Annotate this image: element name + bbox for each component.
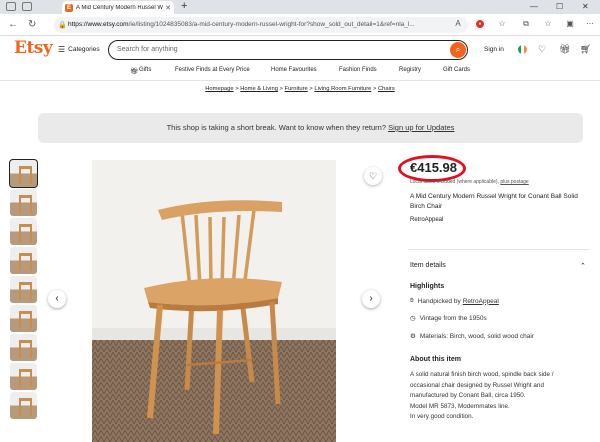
favorites-icon[interactable]: ☆ bbox=[542, 18, 554, 30]
thumbnail-7[interactable] bbox=[10, 334, 37, 361]
category-nav: Gifts Festive Finds at Every Price Home … bbox=[0, 66, 600, 78]
favorite-star-icon[interactable]: ☆ bbox=[496, 18, 508, 30]
description-line: manufactured by Conant Ball, circa 1950. bbox=[410, 392, 526, 399]
vintage-text: Vintage from the 1950s bbox=[419, 314, 487, 322]
thumbnail-list bbox=[9, 159, 38, 421]
product-title: A Mid Century Modern Russel Wright for C… bbox=[410, 193, 578, 210]
nav-item-registry[interactable]: Registry bbox=[399, 67, 421, 73]
vintage-clock-icon: ◷ bbox=[410, 315, 416, 322]
thumbnail-2[interactable] bbox=[10, 189, 37, 216]
tab-actions-icon[interactable] bbox=[6, 2, 16, 11]
breadcrumb: Homepage > Home & Living > Furniture > L… bbox=[205, 86, 395, 92]
product-description: A solid natural finish birch wood, spind… bbox=[410, 370, 590, 423]
ireland-flag-icon[interactable] bbox=[518, 45, 527, 54]
tax-note: Local taxes included (where applicable),… bbox=[410, 179, 529, 185]
breadcrumb-chairs[interactable]: Chairs bbox=[378, 86, 395, 92]
search-icon[interactable]: ⌕ bbox=[450, 42, 466, 58]
gift-icon[interactable]: 🎁︎ bbox=[559, 44, 570, 55]
description-line: A solid natural finish birch wood, spind… bbox=[410, 371, 554, 378]
close-window-icon[interactable]: ✕ bbox=[582, 0, 589, 13]
thumbnail-6[interactable] bbox=[10, 305, 37, 332]
product-price: €415.98 bbox=[410, 160, 457, 175]
product-main-image bbox=[92, 160, 336, 442]
menu-more-icon[interactable]: ⋯ bbox=[584, 18, 596, 30]
breadcrumb-home-living[interactable]: Home & Living bbox=[240, 86, 278, 92]
materials-icon: ⚙︎ bbox=[410, 333, 416, 340]
chevron-up-icon[interactable]: ⌃ bbox=[580, 262, 586, 270]
shop-name-link[interactable]: RetroAppeal bbox=[410, 217, 443, 223]
notice-text: This shop is taking a short break. Want … bbox=[166, 123, 387, 132]
categories-button[interactable]: ☰ Categories bbox=[58, 45, 100, 54]
breadcrumb-living-room[interactable]: Living Room Furniture bbox=[314, 86, 371, 92]
description-line: In very good condition. bbox=[410, 413, 474, 420]
back-icon[interactable]: ← bbox=[8, 18, 18, 32]
thumbnail-9[interactable] bbox=[10, 392, 37, 419]
thumbnail-3[interactable] bbox=[10, 218, 37, 245]
font-size-icon[interactable]: A bbox=[452, 18, 464, 30]
new-tab-icon[interactable]: + bbox=[181, 0, 187, 13]
etsy-logo[interactable]: Etsy bbox=[14, 38, 53, 58]
thumbnail-5[interactable] bbox=[10, 276, 37, 303]
split-screen-icon[interactable]: ⧉ bbox=[520, 18, 532, 30]
favorite-heart-button[interactable]: ♡ bbox=[364, 167, 382, 185]
handpicked-icon: ✋︎ bbox=[410, 297, 414, 304]
shop-break-notice: This shop is taking a short break. Want … bbox=[38, 113, 583, 143]
categories-label: Categories bbox=[68, 46, 100, 53]
section-divider bbox=[408, 249, 590, 250]
thumbnail-1[interactable] bbox=[9, 159, 38, 188]
description-line: occasional chair designed by Russel Wrig… bbox=[410, 381, 544, 389]
maximize-icon[interactable]: ☐ bbox=[556, 0, 563, 13]
signin-link[interactable]: Sign in bbox=[484, 46, 504, 53]
browser-tab-active[interactable]: E A Mid Century Modern Russel Wright ✕ bbox=[62, 1, 174, 14]
next-image-button[interactable]: › bbox=[362, 290, 380, 308]
cart-icon[interactable]: 🛒︎ bbox=[580, 44, 591, 55]
tax-note-text: Local taxes included (where applicable), bbox=[410, 179, 499, 185]
url-field[interactable]: https://www.etsy.com/ie/listing/10248350… bbox=[54, 17, 468, 33]
chair-photo bbox=[92, 160, 336, 442]
collections-icon[interactable]: ▣ bbox=[564, 18, 576, 30]
extension-badge-icon[interactable]: ● bbox=[476, 20, 484, 28]
nav-item-fashion-finds[interactable]: Fashion Finds bbox=[339, 67, 377, 73]
feature-materials: ⚙︎ Materials: Birch, wood, solid wood ch… bbox=[410, 332, 534, 341]
refresh-icon[interactable]: ↻ bbox=[28, 18, 36, 32]
description-line: Model MR 5873, Modernmates line. bbox=[410, 402, 510, 410]
signup-updates-link[interactable]: Sign up for Updates bbox=[388, 123, 454, 132]
handpicked-shop-link[interactable]: RetroAppeal bbox=[463, 298, 499, 305]
postage-link[interactable]: plus postage bbox=[500, 179, 528, 185]
nav-item-festive-finds[interactable]: Festive Finds at Every Price bbox=[175, 67, 250, 73]
highlights-heading: Highlights bbox=[410, 283, 445, 290]
url-host: https://www.etsy.com bbox=[68, 21, 129, 28]
tab-title: A Mid Century Modern Russel Wright bbox=[76, 4, 163, 11]
tab-close-icon[interactable]: ✕ bbox=[165, 4, 171, 12]
feature-vintage: ◷ Vintage from the 1950s bbox=[410, 314, 487, 323]
prev-image-button[interactable]: ‹ bbox=[48, 290, 66, 308]
feature-handpicked: ✋︎ Handpicked by RetroAppeal bbox=[410, 297, 499, 305]
hamburger-icon: ☰ bbox=[58, 45, 66, 54]
thumbnail-4[interactable] bbox=[10, 247, 37, 274]
materials-text: Materials: Birch, wood, solid wood chair bbox=[419, 332, 534, 340]
about-heading: About this item bbox=[410, 356, 461, 363]
breadcrumb-homepage[interactable]: Homepage bbox=[205, 86, 233, 92]
nav-item-gifts[interactable]: Gifts bbox=[139, 67, 151, 73]
minimize-icon[interactable]: — bbox=[530, 0, 538, 13]
nav-divider bbox=[0, 80, 600, 81]
search-input[interactable]: Search for anything bbox=[108, 40, 468, 60]
handpicked-text: Handpicked by bbox=[417, 297, 461, 305]
nav-item-gift-cards[interactable]: Gift Cards bbox=[443, 67, 470, 73]
url-path: /ie/listing/1024835083/a-mid-century-mod… bbox=[128, 21, 415, 28]
workspaces-icon[interactable] bbox=[22, 2, 32, 11]
item-details-header[interactable]: Item details bbox=[410, 262, 446, 269]
thumbnail-8[interactable] bbox=[10, 363, 37, 390]
heart-icon[interactable]: ♡ bbox=[538, 44, 546, 55]
nav-item-home-favourites[interactable]: Home Favourites bbox=[271, 67, 317, 73]
etsy-favicon-icon: E bbox=[65, 3, 73, 12]
breadcrumb-furniture[interactable]: Furniture bbox=[285, 86, 308, 92]
lock-icon[interactable]: 🔒 bbox=[58, 21, 67, 29]
